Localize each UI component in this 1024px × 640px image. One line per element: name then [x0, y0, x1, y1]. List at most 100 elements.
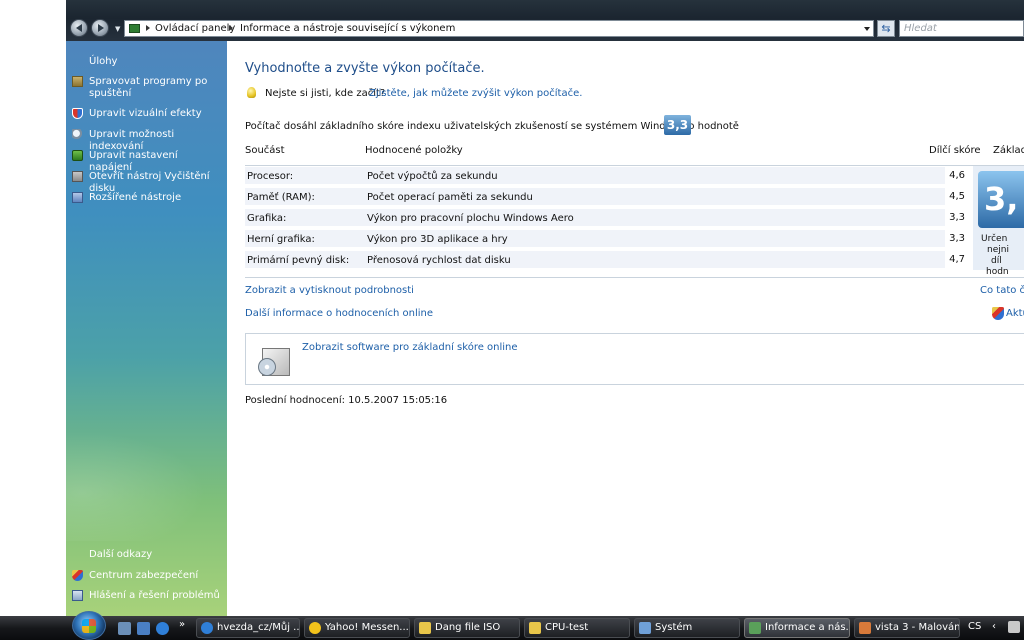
what-numbers-mean-link[interactable]: Co tato čís [980, 285, 1024, 296]
see-also-heading: Další odkazy [89, 549, 153, 560]
base-score-badge: 3,3 [664, 115, 691, 135]
view-software-online-link[interactable]: Zobrazit software pro základní skóre onl… [302, 342, 518, 353]
component-cell: Primární pevný disk: [247, 255, 350, 266]
rated-item-cell: Výkon pro 3D aplikace a hry [367, 234, 508, 245]
taskbar-button-paint[interactable]: vista 3 - Malování [854, 618, 960, 638]
taskbar-label: Dang file ISO [435, 622, 501, 633]
task-label: Upravit vizuální efekty [89, 108, 202, 119]
control-panel-window: ▼ Ovládací panely Informace a nástroje s… [66, 0, 1024, 616]
folder-icon [529, 622, 541, 634]
table-row: Procesor: Počet výpočtů za sekundu 4,6 [245, 166, 1024, 186]
show-desktop-icon[interactable] [118, 622, 131, 635]
taskbar-label: vista 3 - Malování [875, 622, 960, 633]
cd-disc-icon [258, 358, 276, 376]
update-score-link[interactable]: Aktu [1006, 308, 1024, 319]
taskbar-button-yahoo[interactable]: Yahoo! Messen... [304, 618, 410, 638]
ie-quicklaunch-icon[interactable] [156, 622, 169, 635]
address-bar[interactable]: Ovládací panely Informace a nástroje sou… [124, 20, 874, 37]
column-header-base-score: Základ [993, 145, 1024, 156]
back-button[interactable] [70, 19, 88, 37]
base-score-large-badge: 3, [978, 171, 1024, 228]
taskbar-button-cpu-test[interactable]: CPU-test [524, 618, 630, 638]
link-security-center[interactable]: Centrum zabezpečení [72, 570, 222, 582]
folder-icon [419, 622, 431, 634]
tray-icon[interactable] [1008, 621, 1020, 633]
base-score-panel: 3, Určen nejni díl hodn [973, 166, 1024, 277]
shield-icon [72, 108, 83, 119]
subscore-cell: 3,3 [945, 209, 967, 227]
taskbar-button-iso-folder[interactable]: Dang file ISO [414, 618, 520, 638]
task-advanced-tools[interactable]: Rozšířené nástroje [72, 192, 222, 204]
table-bottom-divider [245, 277, 1024, 278]
row-background [245, 251, 967, 269]
taskbar-label: CPU-test [545, 622, 589, 633]
table-row: Paměť (RAM): Počet operací paměti za sek… [245, 187, 1024, 207]
base-score-note: hodn [986, 267, 1009, 277]
base-score-note: díl [991, 256, 1002, 266]
subscore-cell: 4,5 [945, 188, 967, 206]
power-icon [72, 150, 83, 161]
component-cell: Herní grafika: [247, 234, 315, 245]
search-input[interactable]: Hledat [899, 20, 1024, 37]
taskbar-label: Informace a nás... [765, 622, 850, 633]
uac-shield-icon [992, 307, 1004, 320]
learn-more-link[interactable]: Zjistěte, jak můžete zvýšit výkon počíta… [369, 88, 582, 99]
rated-item-cell: Výkon pro pracovní plochu Windows Aero [367, 213, 574, 224]
quicklaunch-more-icon[interactable]: » [179, 619, 185, 630]
column-header-subscore: Dílčí skóre [929, 145, 981, 156]
search-icon [72, 129, 83, 140]
forward-button[interactable] [91, 19, 109, 37]
yahoo-messenger-icon [309, 622, 321, 634]
base-score-note: Určen [981, 234, 1008, 244]
taskbar-button-performance[interactable]: Informace a nás... [744, 618, 850, 638]
rated-item-cell: Počet operací paměti za sekundu [367, 192, 533, 203]
control-panel-icon [749, 622, 761, 634]
start-button[interactable] [72, 611, 106, 640]
task-visual-effects[interactable]: Upravit vizuální efekty [72, 108, 222, 120]
learn-ratings-online-link[interactable]: Další informace o hodnoceních online [245, 308, 433, 319]
table-row: Herní grafika: Výkon pro 3D aplikace a h… [245, 229, 1024, 249]
column-header-rated-items: Hodnocené položky [365, 145, 463, 156]
row-background [245, 209, 967, 227]
task-startup-programs[interactable]: Spravovat programy po spuštění [72, 76, 222, 100]
task-label: Spravovat programy po spuštění [89, 76, 208, 99]
row-background [245, 188, 967, 206]
row-background [245, 167, 967, 185]
address-dropdown-icon[interactable] [864, 27, 870, 31]
base-score-note: nejni [987, 245, 1009, 255]
taskbar-button-ie[interactable]: hvezda_cz/Můj ... [196, 618, 300, 638]
window-switcher-icon[interactable] [137, 622, 150, 635]
component-cell: Grafika: [247, 213, 287, 224]
recent-pages-dropdown[interactable]: ▼ [115, 25, 120, 33]
subscore-cell: 4,7 [945, 251, 967, 269]
rated-item-cell: Počet výpočtů za sekundu [367, 171, 498, 182]
link-problem-reports[interactable]: Hlášení a řešení problémů [72, 590, 222, 602]
sidebar-decoration [66, 421, 227, 541]
subscore-cell: 3,3 [945, 230, 967, 248]
taskbar-button-system[interactable]: Systém [634, 618, 740, 638]
breadcrumb-control-panel[interactable]: Ovládací panely [155, 23, 235, 34]
navigation-bar: ▼ Ovládací panely Informace a nástroje s… [66, 0, 1024, 41]
disk-cleanup-icon [72, 171, 83, 182]
tools-icon [72, 192, 83, 203]
software-box-icon [258, 344, 292, 378]
security-center-icon [72, 570, 83, 581]
help-question: Nejste si jisti, kde začít? [265, 88, 386, 99]
view-print-details-link[interactable]: Zobrazit a vytisknout podrobnosti [245, 285, 414, 296]
paint-icon [859, 622, 871, 634]
subscore-cell: 4,6 [945, 167, 967, 185]
problem-reports-icon [72, 590, 83, 601]
tasks-heading: Úlohy [89, 56, 118, 67]
breadcrumb-performance[interactable]: Informace a nástroje související s výkon… [240, 23, 455, 34]
language-indicator[interactable]: CS [968, 621, 981, 632]
system-icon [639, 622, 651, 634]
control-panel-icon [129, 24, 140, 33]
refresh-button[interactable]: ⇆ [877, 20, 895, 37]
link-label: Hlášení a řešení problémů [89, 590, 220, 601]
taskbar-label: Systém [655, 622, 693, 633]
row-background [245, 230, 967, 248]
table-row: Grafika: Výkon pro pracovní plochu Windo… [245, 208, 1024, 228]
tray-expand-icon[interactable]: ‹ [992, 621, 996, 632]
breadcrumb-separator-icon[interactable] [229, 25, 233, 31]
breadcrumb-separator-icon[interactable] [146, 25, 150, 31]
